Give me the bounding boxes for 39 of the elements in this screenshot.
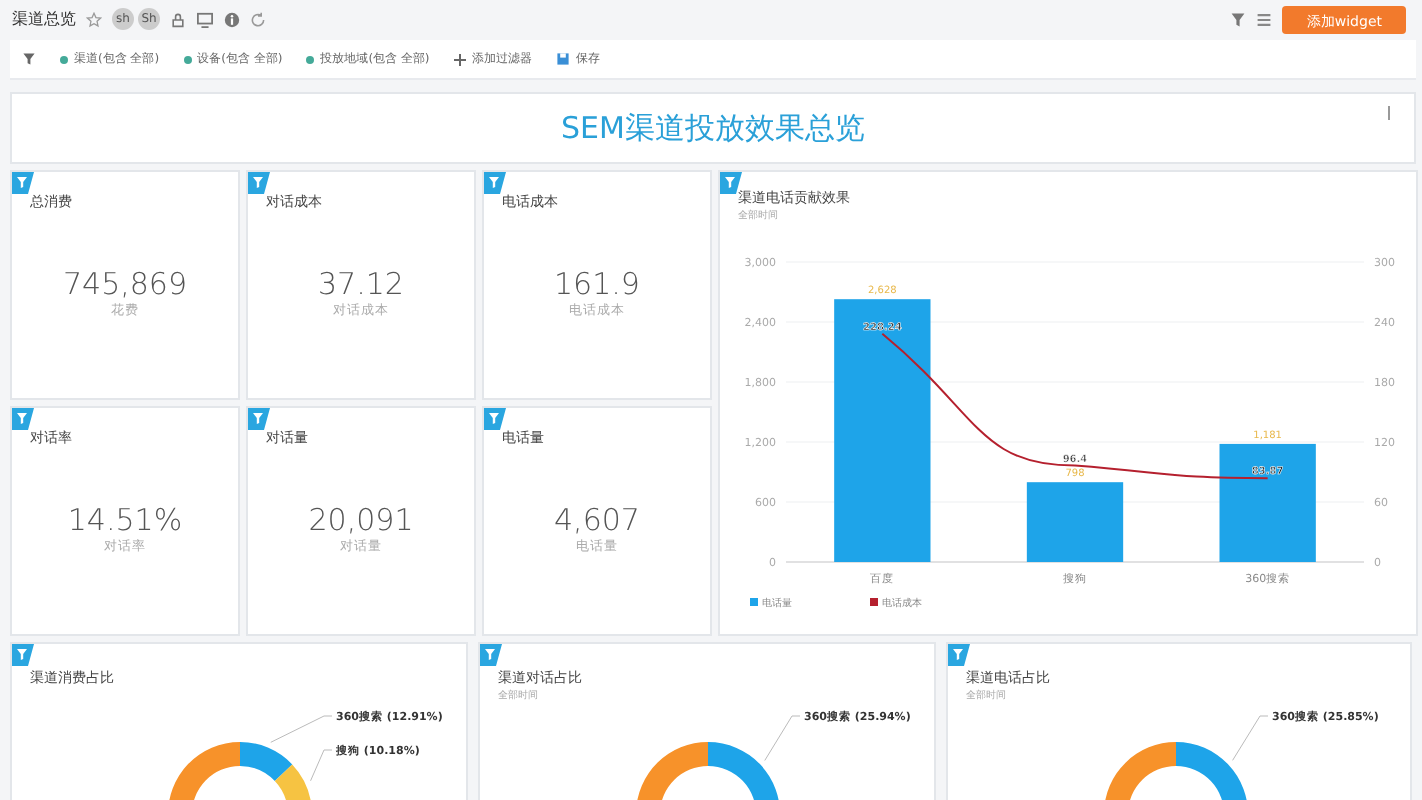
leader-line — [1232, 715, 1269, 761]
legend-swatch — [870, 598, 878, 607]
kpi-value: 20,091 — [308, 502, 414, 539]
filter-badge-icon[interactable] — [12, 644, 34, 667]
dot-icon — [60, 55, 68, 64]
info-icon[interactable] — [224, 11, 240, 28]
kpi-value: 14.51% — [67, 502, 183, 539]
kpi-value: 161.9 — [554, 266, 640, 303]
leader-line — [764, 715, 801, 762]
star-icon[interactable] — [86, 11, 102, 28]
grid-icon[interactable] — [1256, 11, 1273, 28]
filter-badge-icon[interactable] — [480, 644, 502, 667]
kpi-value: 4,607 — [554, 502, 640, 539]
filter-badge-icon[interactable] — [720, 172, 742, 195]
refresh-icon[interactable] — [250, 11, 266, 28]
filter-icon[interactable] — [1230, 11, 1247, 28]
filter-badge-icon[interactable] — [248, 408, 270, 431]
filter-badge-icon[interactable] — [948, 644, 970, 667]
monitor-icon[interactable] — [196, 11, 214, 28]
leader-line — [310, 749, 333, 782]
dot-icon — [306, 55, 315, 64]
bar — [1219, 443, 1316, 563]
leader-line — [270, 715, 333, 743]
page-title: 渠道总览 — [12, 8, 76, 31]
filter-badge-icon[interactable] — [484, 172, 506, 195]
filter-icon[interactable] — [22, 52, 36, 67]
filter-badge-icon[interactable] — [12, 408, 34, 431]
filter-badge-icon[interactable] — [484, 408, 506, 431]
save-icon — [555, 52, 570, 67]
legend-swatch — [750, 598, 758, 607]
bar — [1026, 482, 1124, 563]
filter-badge-icon[interactable] — [248, 172, 270, 195]
kpi-value: 745,869 — [62, 266, 188, 303]
kpi-value: 37.12 — [318, 266, 404, 303]
scroll-handle[interactable] — [1387, 106, 1390, 121]
dot-icon — [183, 55, 192, 64]
filter-badge-icon[interactable] — [12, 172, 34, 195]
plus-icon — [453, 53, 466, 66]
dashboard-title: SEM渠道投放效果总览 — [561, 109, 865, 148]
